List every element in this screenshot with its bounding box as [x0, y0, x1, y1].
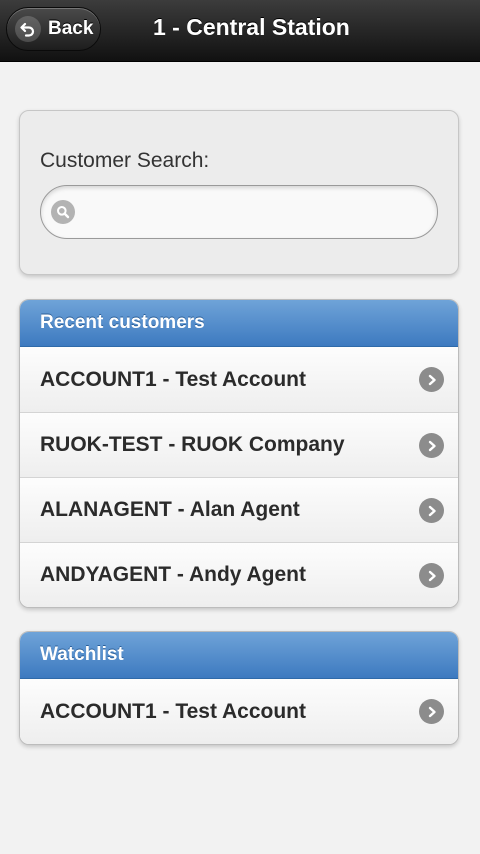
list-item-label: ACCOUNT1 - Test Account: [40, 699, 307, 723]
recent-customers-header: Recent customers: [20, 300, 458, 347]
back-button-label: Back: [48, 18, 94, 39]
watchlist-header: Watchlist: [20, 632, 458, 679]
customer-search-label: Customer Search:: [40, 149, 210, 172]
list-item-label: ACCOUNT1 - Test Account: [40, 367, 307, 391]
page-title: 1 - Central Station: [153, 14, 350, 40]
list-item-label: ANDYAGENT - Andy Agent: [40, 563, 307, 586]
recent-customer-item[interactable]: RUOK-TEST - RUOK Company: [20, 412, 458, 477]
search-field[interactable]: [40, 185, 438, 239]
search-icon: [51, 200, 75, 224]
recent-customers-list: Recent customers ACCOUNT1 - Test Account…: [19, 299, 459, 608]
watchlist: Watchlist ACCOUNT1 - Test Account: [19, 631, 459, 745]
chevron-right-icon: [419, 367, 444, 392]
chevron-right-icon: [419, 433, 444, 458]
chevron-right-icon: [419, 563, 444, 588]
chevron-right-icon: [419, 498, 444, 523]
recent-customer-item[interactable]: ACCOUNT1 - Test Account: [20, 347, 458, 412]
customer-search-input[interactable]: [83, 194, 421, 230]
customer-search-panel: Customer Search:: [19, 110, 459, 275]
back-button[interactable]: Back: [6, 7, 101, 51]
list-item-label: RUOK-TEST - RUOK Company: [40, 433, 345, 456]
back-arrow-icon: [15, 16, 41, 42]
recent-customer-item[interactable]: ALANAGENT - Alan Agent: [20, 477, 458, 542]
app-header: Back 1 - Central Station: [0, 0, 480, 62]
chevron-right-icon: [419, 699, 444, 724]
list-item-label: ALANAGENT - Alan Agent: [40, 498, 300, 521]
recent-customer-item[interactable]: ANDYAGENT - Andy Agent: [20, 542, 458, 607]
watchlist-item[interactable]: ACCOUNT1 - Test Account: [20, 679, 458, 744]
